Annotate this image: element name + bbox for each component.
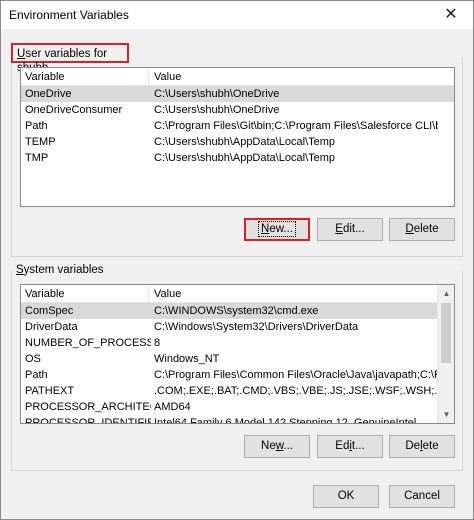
column-header-variable[interactable]: Variable [21,287,149,303]
variable-name: Path [25,369,48,381]
variable-name: DriverData [25,321,78,333]
close-icon[interactable]: ✕ [439,4,463,26]
variable-name: ComSpec [25,305,74,317]
list-header: Variable Value [21,285,454,303]
user-variables-rows: OneDrive C:\Users\shubh\OneDrive OneDriveC… [21,86,454,166]
variable-name: PROCESSOR_ARCHITECTURE [25,401,151,413]
user-variables-list[interactable]: Variable Value OneDrive C:\Users\shubh\On… [20,67,455,207]
vertical-scrollbar[interactable]: ▲ ▼ [437,285,454,423]
list-header: Variable Value [21,68,454,86]
table-row[interactable]: PATHEXT .COM;.EXE;.BAT;.CMD;.VBS;.VBE;.JS… [21,383,454,399]
user-variables-label: User variables for shubh [11,43,129,74]
system-edit-button[interactable]: Edit... [317,435,383,458]
table-row[interactable]: OS Windows_NT [21,351,454,367]
ok-button[interactable]: OK [313,485,379,508]
table-row[interactable]: TEMP C:\Users\shubh\AppData\Local\Temp [21,134,454,150]
variable-name: NUMBER_OF_PROCESSORS [25,337,151,349]
column-header-variable[interactable]: Variable [21,70,149,86]
variable-value: Intel64 Family 6 Model 142 Stepping 12, … [154,417,417,424]
variable-value: AMD64 [154,401,191,413]
variable-value: 8 [154,337,161,349]
variable-value: C:\WINDOWS\system32\cmd.exe [154,305,319,317]
table-row[interactable]: OneDriveConsumer C:\Users\shubh\OneDrive [21,102,454,118]
window-title: Environment Variables [9,8,129,22]
variable-name: PROCESSOR_IDENTIFIER [25,417,151,424]
user-new-button[interactable]: New... [244,218,310,241]
table-row[interactable]: PROCESSOR_IDENTIFIER Intel64 Family 6 Mod… [21,415,454,424]
variable-value: C:\Windows\System32\Drivers\DriverData [154,321,359,333]
table-row[interactable]: PROCESSOR_ARCHITECTUREAMD64 [21,399,454,415]
system-variables-rows: ComSpec C:\WINDOWS\system32\cmd.exe Driver… [21,303,454,424]
variable-name: OneDriveConsumer [25,104,123,116]
table-row[interactable]: TMP C:\Users\shubh\AppData\Local\Temp [21,150,454,166]
user-delete-button[interactable]: Delete [389,218,455,241]
variable-name: PATHEXT [25,385,75,397]
variable-value: C:\Users\shubh\AppData\Local\Temp [154,152,335,164]
title-bar: Environment Variables ✕ [1,1,473,29]
variable-name: OneDrive [25,88,72,100]
variable-name: TMP [25,152,49,164]
scroll-up-icon[interactable]: ▲ [438,285,454,302]
user-edit-button[interactable]: Edit... [317,218,383,241]
column-header-value[interactable]: Value [150,287,440,303]
scroll-down-icon[interactable]: ▼ [438,406,454,423]
variable-value: C:\Program Files\Git\bin;C:\Program File… [154,120,438,132]
environment-variables-dialog: Environment Variables ✕ User variables f… [0,0,474,520]
variable-value: Windows_NT [154,353,220,365]
variable-value: C:\Users\shubh\OneDrive [154,88,280,100]
scrollbar-thumb[interactable] [441,303,451,363]
variable-value: C:\Users\shubh\AppData\Local\Temp [154,136,335,148]
table-row[interactable]: ComSpec C:\WINDOWS\system32\cmd.exe [21,303,454,319]
system-variables-label: System variables [16,264,104,276]
table-row[interactable]: DriverData C:\Windows\System32\Drivers\Dr… [21,319,454,335]
system-delete-button[interactable]: Delete [389,435,455,458]
table-row[interactable]: Path C:\Program Files\Git\bin;C:\Program … [21,118,454,134]
variable-value: .COM;.EXE;.BAT;.CMD;.VBS;.VBE;.JS;.JSE;.… [154,385,438,397]
variable-name: OS [25,353,41,365]
system-variables-list[interactable]: Variable Value ComSpec C:\WINDOWS\system3… [20,284,455,424]
column-header-value[interactable]: Value [150,70,440,86]
system-new-button[interactable]: New... [244,435,310,458]
variable-value: C:\Users\shubh\OneDrive [154,104,280,116]
variable-value: C:\Program Files\Common Files\Oracle\Jav… [154,369,438,381]
cancel-button[interactable]: Cancel [389,485,455,508]
table-row[interactable]: NUMBER_OF_PROCESSORS8 [21,335,454,351]
table-row[interactable]: OneDrive C:\Users\shubh\OneDrive [21,86,454,102]
table-row[interactable]: Path C:\Program Files\Common Files\Oracle… [21,367,454,383]
variable-name: Path [25,120,48,132]
variable-name: TEMP [25,136,56,148]
